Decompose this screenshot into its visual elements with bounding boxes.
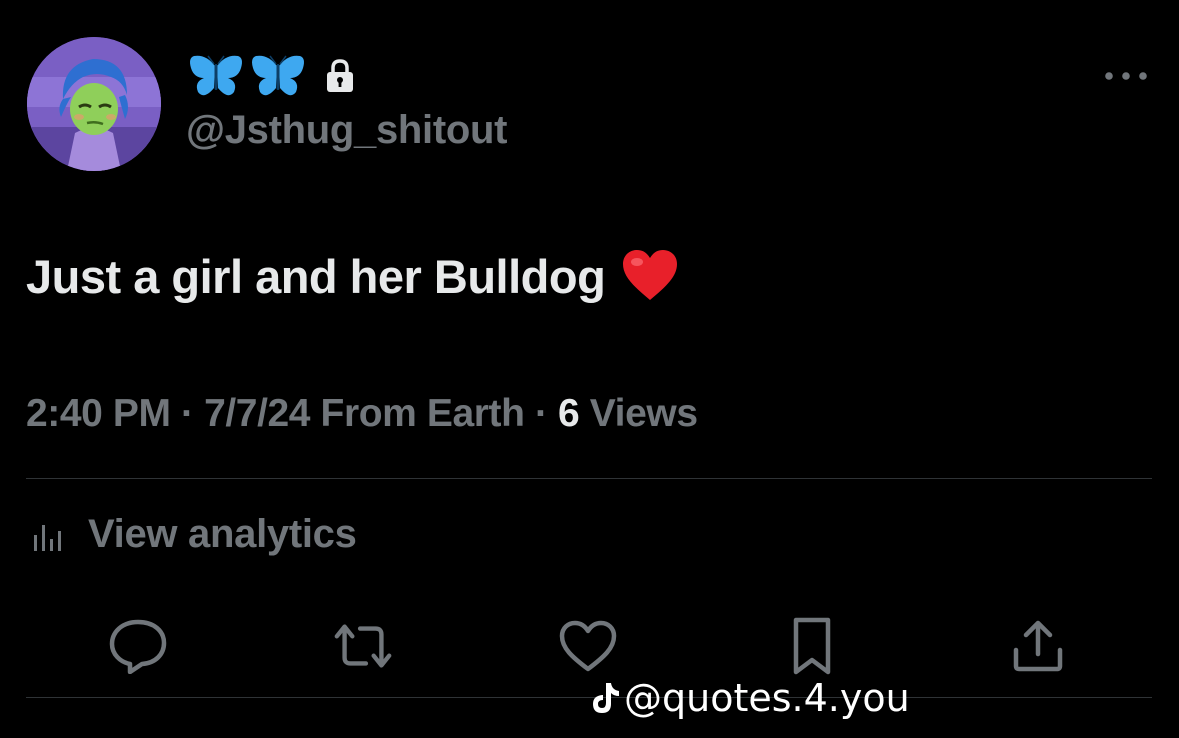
- watermark: @quotes.4.you: [590, 676, 910, 720]
- butterfly-icon: [190, 55, 242, 96]
- retweet-icon: [334, 624, 392, 668]
- tweet-body: Just a girl and her Bulldog: [26, 249, 606, 303]
- avatar[interactable]: [27, 37, 161, 171]
- lock-icon: [327, 59, 353, 92]
- user-handle[interactable]: @Jsthug_shitout: [186, 108, 507, 153]
- tiktok-icon: [593, 683, 619, 713]
- view-analytics-button[interactable]: View analytics: [32, 512, 357, 557]
- watermark-text: @quotes.4.you: [624, 676, 910, 720]
- display-name[interactable]: [188, 52, 356, 100]
- tweet-date: 7/7/24: [204, 392, 311, 435]
- views-count: 6: [558, 392, 580, 435]
- tweet-text: Just a girl and her Bulldog: [26, 248, 679, 304]
- like-icon: [559, 620, 617, 672]
- share-button[interactable]: [1006, 614, 1070, 678]
- red-heart-icon: [623, 250, 678, 300]
- more-options-icon[interactable]: [1104, 66, 1148, 86]
- avatar-image: [27, 37, 161, 171]
- bookmark-button[interactable]: [780, 614, 844, 678]
- divider: [26, 697, 1152, 698]
- reply-icon: [109, 619, 167, 674]
- tweet-source: From Earth: [310, 392, 525, 435]
- meta-separator: ·: [524, 392, 559, 435]
- divider: [26, 478, 1152, 479]
- share-icon: [1013, 620, 1063, 672]
- tweet-meta: 2:40 PM · 7/7/24 From Earth · 6 Views: [26, 392, 698, 436]
- analytics-icon: [34, 524, 61, 551]
- tweet-time: 2:40 PM: [26, 392, 171, 435]
- reply-button[interactable]: [106, 614, 170, 678]
- views-label: Views: [579, 392, 698, 435]
- view-analytics-label: View analytics: [88, 512, 357, 556]
- butterfly-icon: [252, 55, 304, 96]
- bookmark-icon: [793, 617, 831, 675]
- like-button[interactable]: [556, 614, 620, 678]
- retweet-button[interactable]: [331, 614, 395, 678]
- meta-separator: ·: [170, 392, 205, 435]
